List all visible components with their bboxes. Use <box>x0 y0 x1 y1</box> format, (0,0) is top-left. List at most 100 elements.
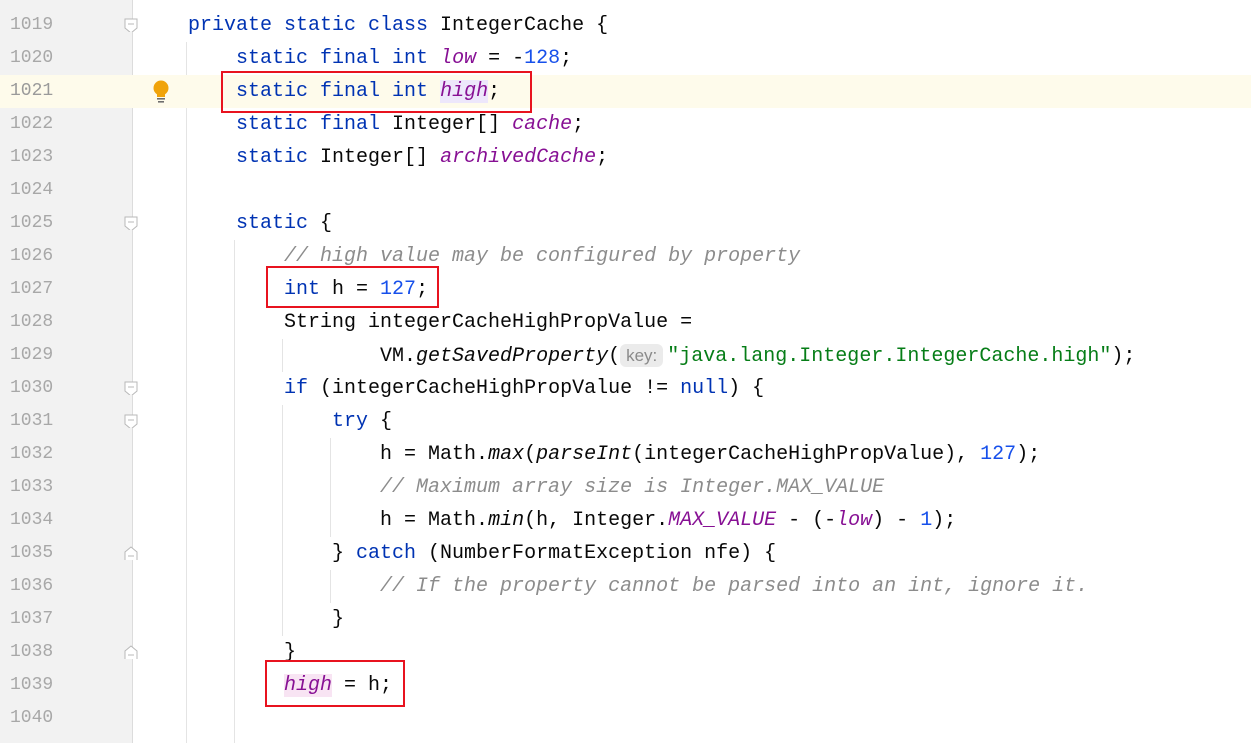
code-token: (integerCacheHighPropValue), <box>632 443 981 466</box>
code-editor[interactable]: 1019 private static class IntegerCache {1… <box>0 9 1251 735</box>
code-token: (NumberFormatException nfe) { <box>428 542 777 565</box>
code-token: static <box>236 146 321 169</box>
code-line[interactable]: 1039 high = h; <box>0 669 1251 702</box>
code-token: 127 <box>980 443 1017 466</box>
lightbulb-icon[interactable] <box>151 80 171 104</box>
code-token: null <box>680 377 729 400</box>
code-text: String integerCacheHighPropValue = <box>188 306 692 339</box>
line-number: 1039 <box>10 675 54 695</box>
code-token: static <box>236 212 321 235</box>
code-line[interactable]: 1027 int h = 127; <box>0 273 1251 306</box>
code-token: ); <box>932 509 957 532</box>
line-number: 1040 <box>10 708 54 728</box>
code-line[interactable]: 1037 } <box>0 603 1251 636</box>
fold-marker-icon[interactable] <box>124 216 138 230</box>
code-token: } <box>188 608 345 631</box>
code-token: (h, Integer. <box>524 509 669 532</box>
line-number: 1024 <box>10 180 54 200</box>
code-line[interactable]: 1034 h = Math.min(h, Integer.MAX_VALUE -… <box>0 504 1251 537</box>
line-number: 1029 <box>10 345 54 365</box>
code-token: cache <box>512 113 573 136</box>
code-line[interactable]: 1031 try { <box>0 405 1251 438</box>
code-token: ) { <box>728 377 765 400</box>
code-token: { <box>380 410 393 433</box>
code-text: if (integerCacheHighPropValue != null) { <box>188 372 764 405</box>
code-token: h = Math. <box>188 509 489 532</box>
code-line[interactable]: 1019 private static class IntegerCache { <box>0 9 1251 42</box>
highlight-box-high-assign <box>265 660 405 707</box>
code-token: catch <box>356 542 429 565</box>
code-line[interactable]: 1040 <box>0 702 1251 735</box>
code-token: max <box>488 443 525 466</box>
code-line[interactable]: 1022 static final Integer[] cache; <box>0 108 1251 141</box>
code-token: Integer[] <box>320 146 441 169</box>
code-text: VM.getSavedProperty(key: "java.lang.Integ… <box>188 339 1135 373</box>
code-token: if <box>284 377 321 400</box>
code-line[interactable]: 1025 static { <box>0 207 1251 240</box>
code-token: // Maximum array size is Integer.MAX_VAL… <box>380 476 885 499</box>
line-number: 1038 <box>10 642 54 662</box>
code-token: { <box>320 212 333 235</box>
code-line[interactable]: 1020 static final int low = -128; <box>0 42 1251 75</box>
code-token: parseInt <box>536 443 633 466</box>
line-number: 1023 <box>10 147 54 167</box>
line-number: 1032 <box>10 444 54 464</box>
line-number: 1020 <box>10 48 54 68</box>
code-token: private static class <box>188 14 441 37</box>
fold-marker-icon[interactable] <box>124 645 138 659</box>
code-token: getSavedProperty <box>416 345 609 368</box>
code-token: Integer[] <box>392 113 513 136</box>
code-token: h = Math. <box>188 443 489 466</box>
line-number: 1036 <box>10 576 54 596</box>
code-token: IntegerCache { <box>440 14 609 37</box>
code-text: // If the property cannot be parsed into… <box>188 570 1088 603</box>
fold-marker-icon[interactable] <box>124 18 138 32</box>
fold-marker-icon[interactable] <box>124 546 138 560</box>
code-text: // Maximum array size is Integer.MAX_VAL… <box>188 471 884 504</box>
code-line[interactable]: 1030 if (integerCacheHighPropValue != nu… <box>0 372 1251 405</box>
code-line[interactable]: 1035 } catch (NumberFormatException nfe)… <box>0 537 1251 570</box>
code-line[interactable]: 1024 <box>0 174 1251 207</box>
code-token: low <box>440 47 477 70</box>
code-line[interactable]: 1023 static Integer[] archivedCache; <box>0 141 1251 174</box>
code-token: ); <box>1111 345 1136 368</box>
code-token: String integerCacheHighPropValue = <box>188 311 693 334</box>
code-token: } <box>188 542 357 565</box>
code-token: archivedCache <box>440 146 597 169</box>
code-token: min <box>488 509 525 532</box>
code-line[interactable]: 1028 String integerCacheHighPropValue = <box>0 306 1251 339</box>
code-token: ( <box>608 345 621 368</box>
code-token: (integerCacheHighPropValue != <box>320 377 681 400</box>
code-token: VM. <box>188 345 417 368</box>
code-text: h = Math.min(h, Integer.MAX_VALUE - (-lo… <box>188 504 956 537</box>
code-line[interactable]: 1029 VM.getSavedProperty(key: "java.lang.… <box>0 339 1251 372</box>
line-number: 1035 <box>10 543 54 563</box>
code-token: = - <box>476 47 525 70</box>
code-line[interactable]: 1021 static final int high; <box>0 75 1251 108</box>
highlight-box-high-declaration <box>221 71 532 113</box>
line-number: 1037 <box>10 609 54 629</box>
fold-marker-icon[interactable] <box>124 381 138 395</box>
code-line[interactable]: 1033 // Maximum array size is Integer.MA… <box>0 471 1251 504</box>
code-line[interactable]: 1032 h = Math.max(parseInt(integerCacheH… <box>0 438 1251 471</box>
code-token: ; <box>572 113 585 136</box>
code-token: // If the property cannot be parsed into… <box>380 575 1089 598</box>
fold-marker-icon[interactable] <box>124 414 138 428</box>
code-token: static final int <box>236 47 441 70</box>
line-number: 1028 <box>10 312 54 332</box>
code-text: } catch (NumberFormatException nfe) { <box>188 537 776 570</box>
line-number: 1025 <box>10 213 54 233</box>
code-line[interactable]: 1026 // high value may be configured by … <box>0 240 1251 273</box>
code-token: ; <box>596 146 609 169</box>
code-token: 128 <box>524 47 561 70</box>
code-text: try { <box>188 405 392 438</box>
code-line[interactable]: 1036 // If the property cannot be parsed… <box>0 570 1251 603</box>
code-line[interactable]: 1038 } <box>0 636 1251 669</box>
